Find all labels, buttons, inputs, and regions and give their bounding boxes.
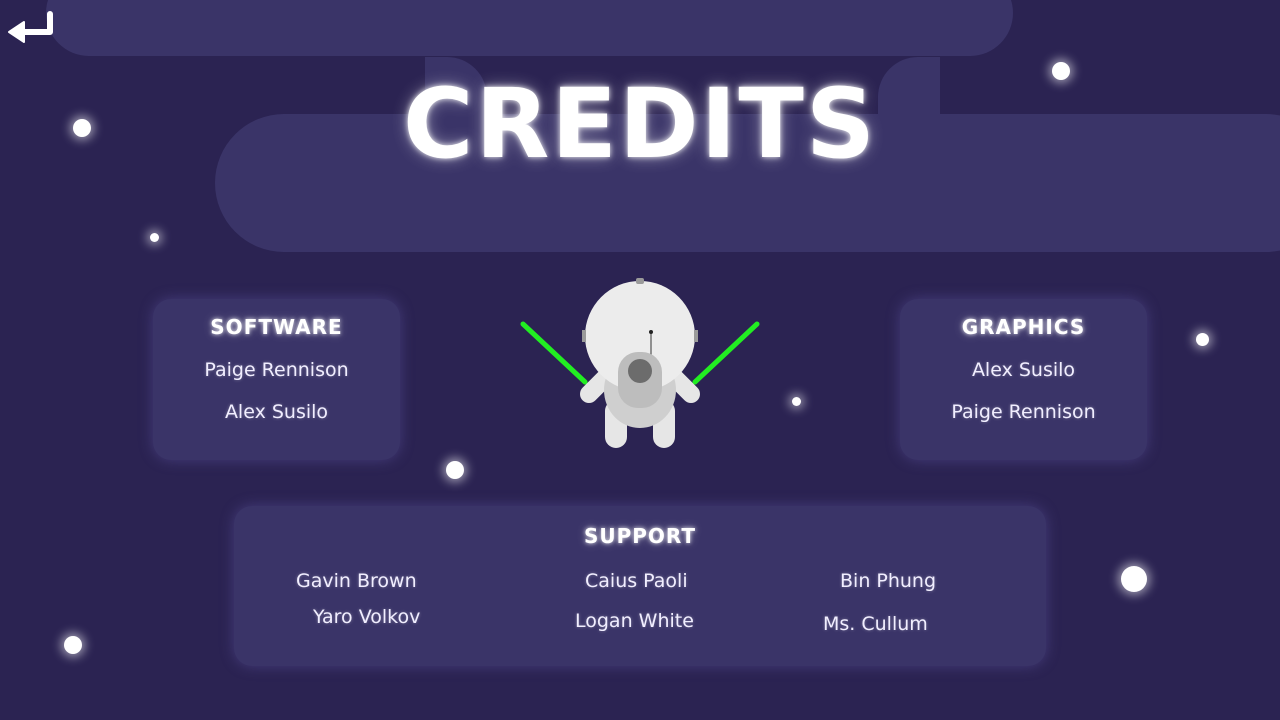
- support-credit-name: Caius Paoli: [585, 570, 688, 592]
- star: [1121, 566, 1147, 592]
- support-credit-name: Yaro Volkov: [313, 606, 421, 628]
- star: [150, 233, 159, 242]
- star: [73, 119, 91, 137]
- graphics-heading: GRAPHICS: [961, 315, 1086, 339]
- software-credits-card: SOFTWARE Paige Rennison Alex Susilo: [153, 299, 400, 460]
- support-credit-name: Bin Phung: [840, 570, 937, 592]
- return-arrow-icon: [8, 11, 53, 43]
- support-credits-card: SUPPORT Gavin Brown Caius Paoli Bin Phun…: [234, 506, 1046, 666]
- star: [792, 397, 801, 406]
- back-button[interactable]: [6, 10, 58, 48]
- support-credit-name: Gavin Brown: [296, 570, 417, 592]
- star: [446, 461, 464, 479]
- background-band-top: [46, 0, 1013, 56]
- support-credit-name: Ms. Cullum: [823, 613, 928, 635]
- support-heading: SUPPORT: [583, 524, 697, 548]
- star: [64, 636, 82, 654]
- page-title: CREDITS: [403, 68, 877, 180]
- graphics-credits-card: GRAPHICS Alex Susilo Paige Rennison: [900, 299, 1147, 460]
- star: [1196, 333, 1209, 346]
- astronaut-with-lightsabers-illustration: [520, 278, 760, 448]
- software-heading: SOFTWARE: [210, 315, 343, 339]
- software-credit-name: Alex Susilo: [224, 401, 329, 423]
- star: [1052, 62, 1070, 80]
- graphics-credit-name: Alex Susilo: [971, 359, 1076, 381]
- support-credit-name: Logan White: [575, 610, 694, 632]
- graphics-credit-name: Paige Rennison: [951, 401, 1096, 423]
- software-credit-name: Paige Rennison: [204, 359, 349, 381]
